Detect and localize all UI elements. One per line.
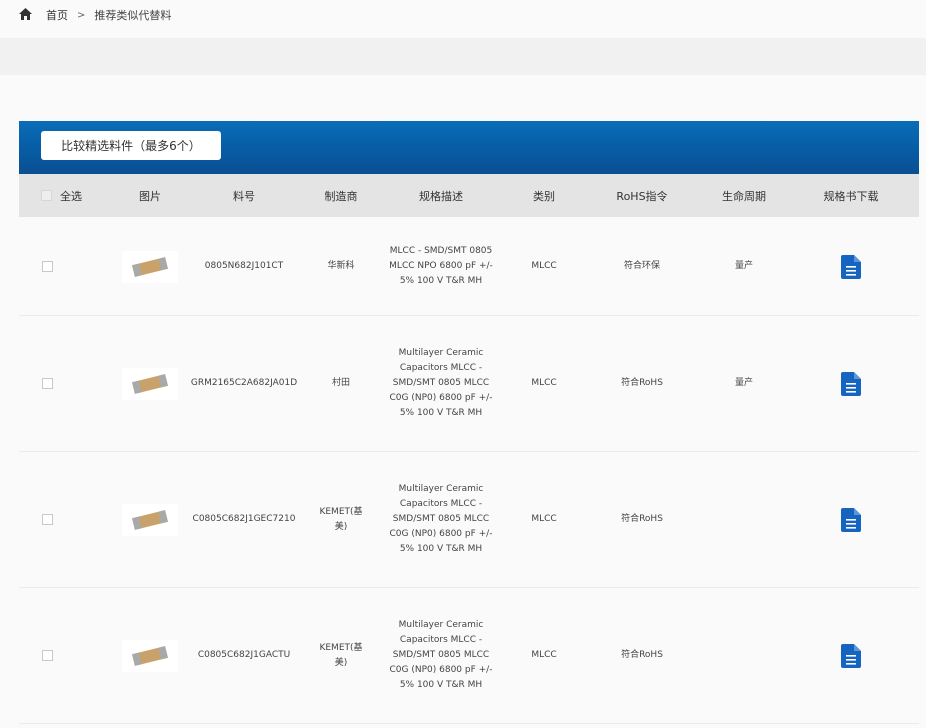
header-description: 规格描述 (419, 189, 463, 203)
header-manufacturer: 制造商 (324, 189, 358, 203)
datasheet-cell (799, 316, 903, 451)
lifecycle-status (699, 452, 789, 587)
part-image-cell (122, 588, 178, 723)
header-image: 图片 (139, 189, 161, 203)
category: MLCC (531, 514, 557, 524)
lifecycle-status: 量产 (734, 261, 753, 271)
rohs-status: 符合RoHS (621, 378, 663, 388)
datasheet-cell (799, 452, 903, 587)
category: MLCC (531, 378, 557, 388)
select-all-cell: 全选 (33, 174, 93, 217)
compare-toolbar: 比较精选料件（最多6个） (19, 121, 919, 174)
table-header: 全选 图片 料号 制造商 规格描述 类别 RoHS指令 生命周期 规格书下载 (19, 174, 919, 217)
row-checkbox-cell (41, 218, 53, 315)
breadcrumb-home-link[interactable]: 首页 (46, 7, 68, 23)
part-image-cell (122, 452, 178, 587)
breadcrumb: 首页 > 推荐类似代替料 (18, 6, 171, 24)
row-checkbox-cell (41, 588, 53, 723)
part-number[interactable]: C0805C682J1GACTU (184, 588, 304, 723)
breadcrumb-current: 推荐类似代替料 (94, 9, 172, 22)
header-rohs: RoHS指令 (616, 189, 668, 203)
row-checkbox[interactable] (41, 514, 53, 525)
row-checkbox[interactable] (41, 378, 53, 389)
rohs-status: 符合RoHS (621, 514, 663, 524)
breadcrumb-separator: > (77, 9, 86, 21)
capacitor-image[interactable] (122, 503, 178, 536)
capacitor-image[interactable] (122, 639, 178, 672)
row-checkbox-cell (41, 316, 53, 451)
description: Multilayer Ceramic Capacitors MLCC - SMD… (389, 620, 493, 690)
part-number[interactable]: GRM2165C2A682JA01D (184, 316, 304, 451)
select-all-checkbox[interactable] (41, 190, 52, 201)
category: MLCC (531, 650, 557, 660)
table-row: 0805N682J101CT 华新科 MLCC - SMD/SMT 0805 M… (19, 218, 919, 316)
gray-band (0, 38, 926, 75)
capacitor-image[interactable] (122, 367, 178, 400)
part-image-cell (122, 316, 178, 451)
header-part-no: 料号 (233, 189, 255, 203)
manufacturer: 华新科 (327, 261, 355, 271)
lifecycle-status: 量产 (734, 378, 753, 388)
table-row: GRM2165C2A682JA01D 村田 Multilayer Ceramic… (19, 316, 919, 452)
row-checkbox[interactable] (41, 650, 53, 661)
header-category: 类别 (533, 189, 555, 203)
datasheet-cell (799, 588, 903, 723)
description: Multilayer Ceramic Capacitors MLCC - SMD… (389, 484, 493, 554)
header-datasheet: 规格书下载 (823, 189, 879, 203)
row-checkbox[interactable] (41, 261, 53, 272)
select-all-label: 全选 (60, 189, 82, 203)
description: Multilayer Ceramic Capacitors MLCC - SMD… (389, 348, 493, 418)
document-download-icon[interactable] (841, 507, 861, 532)
manufacturer: 村田 (331, 378, 350, 388)
lifecycle-status (699, 588, 789, 723)
rohs-status: 符合环保 (623, 261, 660, 271)
row-checkbox-cell (41, 452, 53, 587)
rohs-status: 符合RoHS (621, 650, 663, 660)
compare-selected-button[interactable]: 比较精选料件（最多6个） (41, 131, 221, 160)
table-row: C0805C682J1GACTU KEMET(基美) Multilayer Ce… (19, 588, 919, 724)
table-row: C0805C682J1GEC7210 KEMET(基美) Multilayer … (19, 452, 919, 588)
category: MLCC (531, 261, 557, 271)
manufacturer: KEMET(基美) (319, 642, 363, 668)
part-number[interactable]: C0805C682J1GEC7210 (184, 452, 304, 587)
document-download-icon[interactable] (841, 643, 861, 668)
description: MLCC - SMD/SMT 0805 MLCC NPO 6800 pF +/-… (389, 246, 493, 286)
part-image-cell (122, 218, 178, 315)
document-download-icon[interactable] (841, 371, 861, 396)
manufacturer: KEMET(基美) (319, 506, 363, 532)
header-lifecycle: 生命周期 (722, 189, 766, 203)
part-number[interactable]: 0805N682J101CT (184, 218, 304, 315)
home-icon[interactable] (18, 7, 34, 23)
capacitor-image[interactable] (122, 250, 178, 283)
document-download-icon[interactable] (841, 254, 861, 279)
datasheet-cell (799, 218, 903, 315)
